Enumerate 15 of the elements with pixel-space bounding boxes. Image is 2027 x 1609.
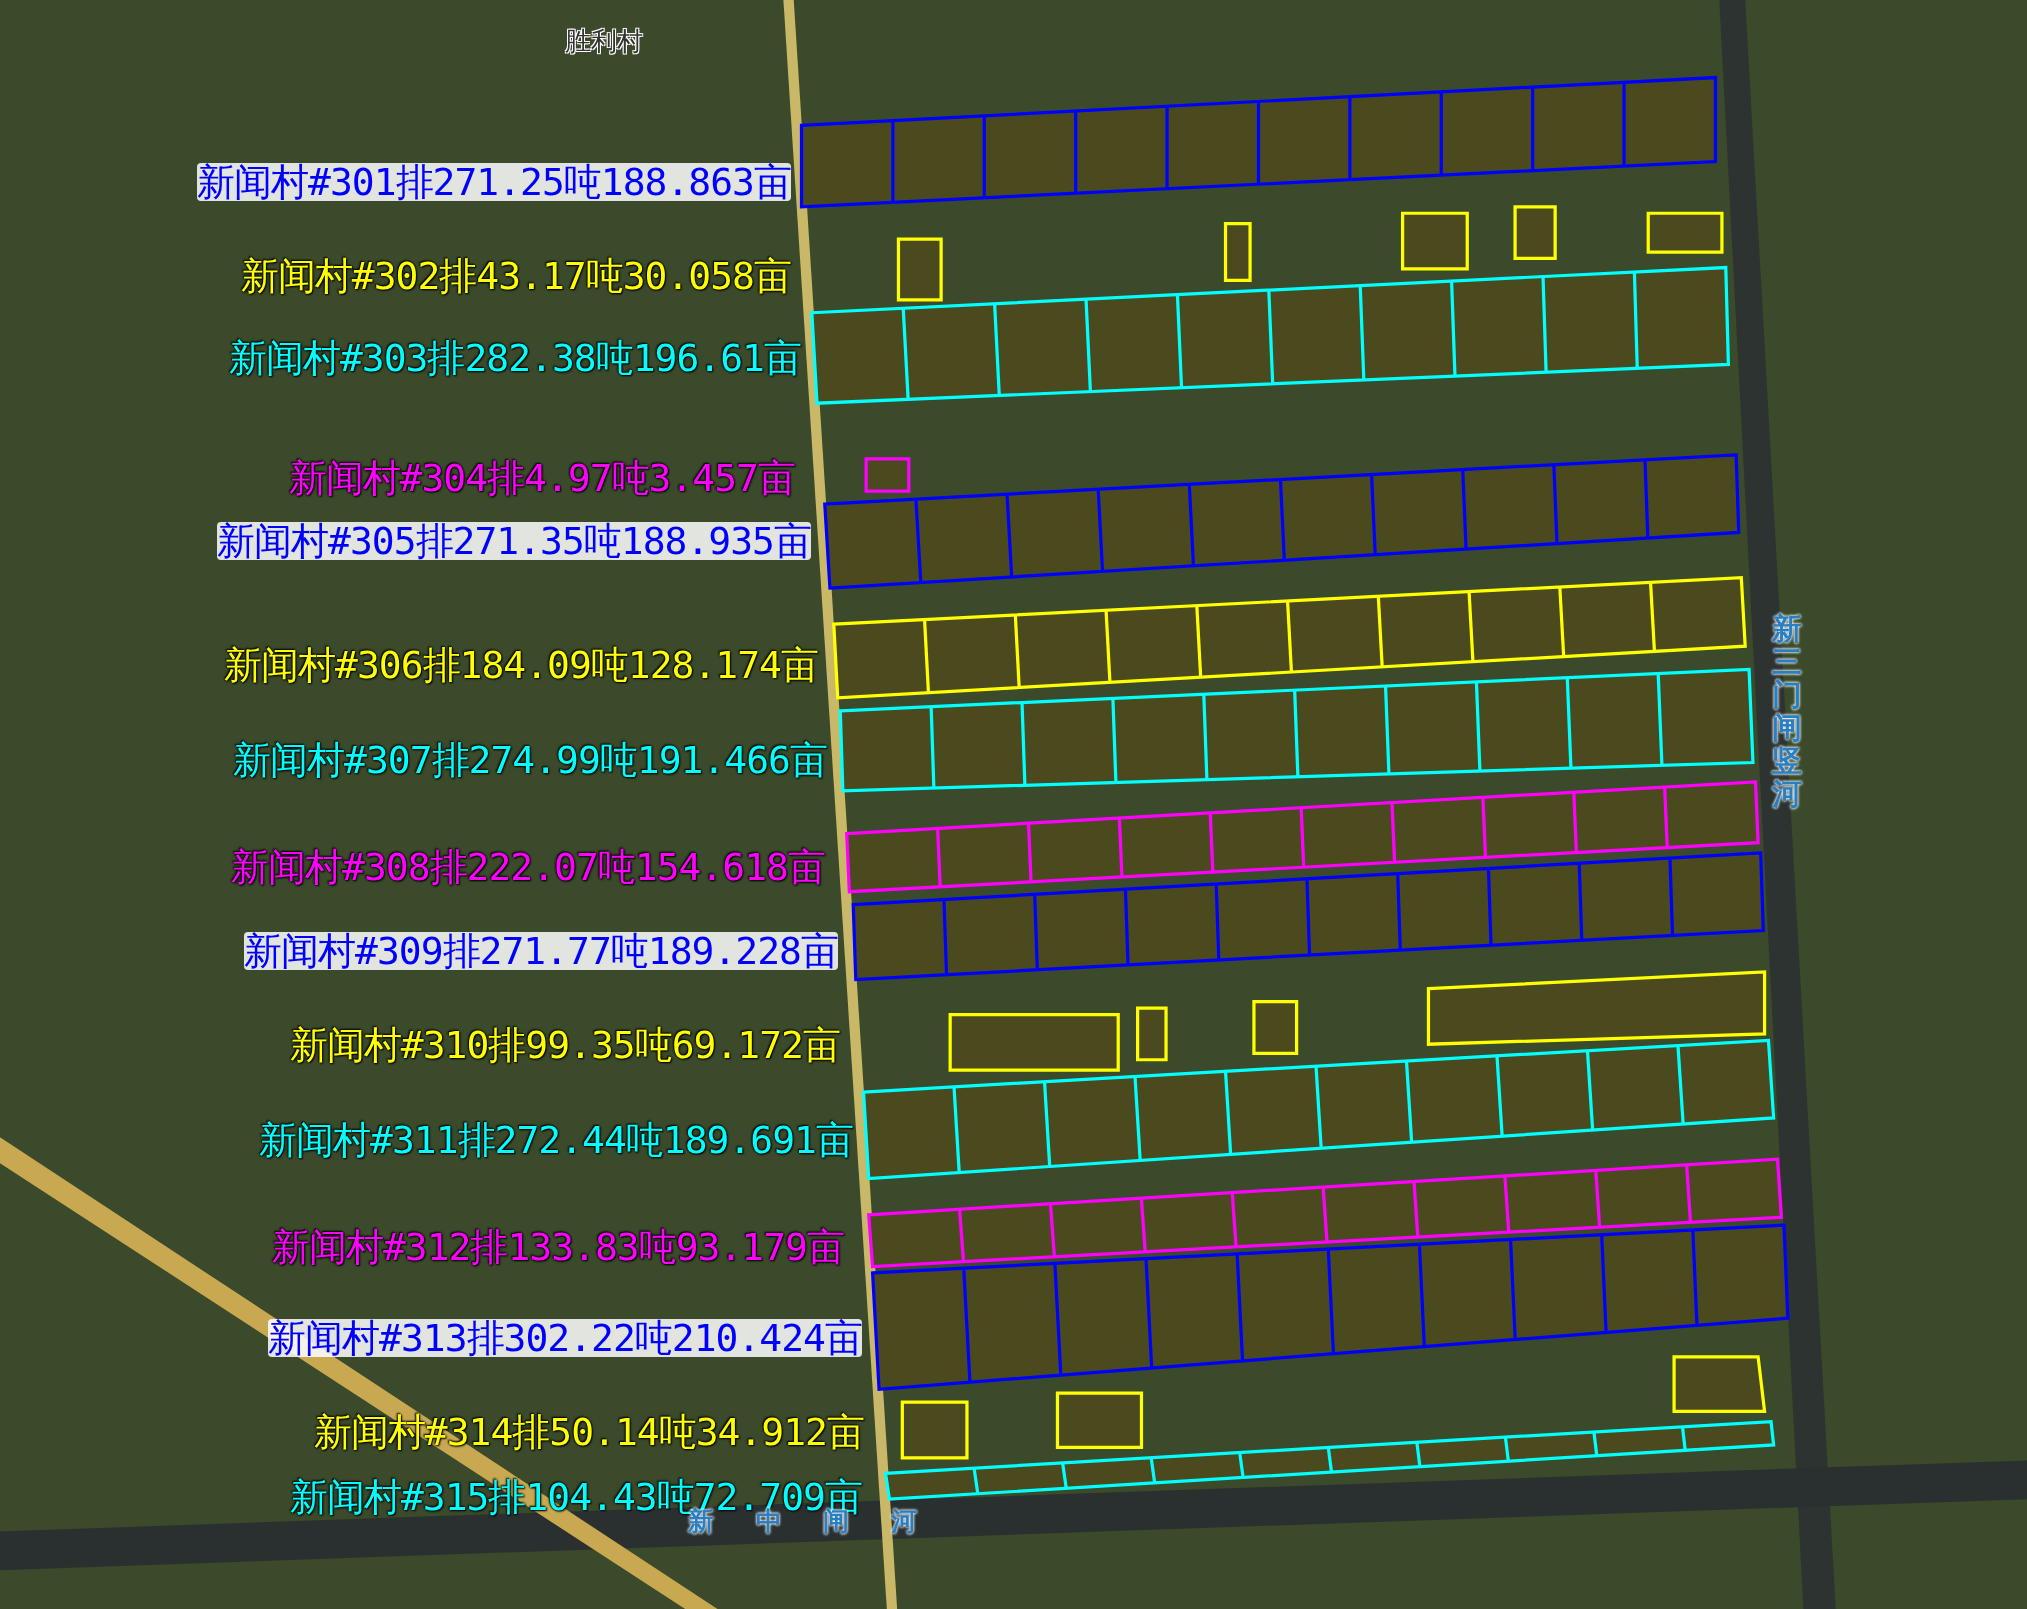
field-label: 新闻村#310排99.35吨69.172亩 xyxy=(289,1026,840,1064)
field-label: 新闻村#306排184.09吨128.174亩 xyxy=(224,646,818,684)
field-label: 新闻村#312排133.83吨93.179亩 xyxy=(271,1228,844,1266)
field-label: 新闻村#313排302.22吨210.424亩 xyxy=(268,1319,862,1357)
field-label: 新闻村#305排271.35吨188.935亩 xyxy=(217,522,811,560)
river-label: 新三门闸竖河 xyxy=(1772,612,1802,810)
field-label: 新闻村#301排271.25吨188.863亩 xyxy=(197,163,791,201)
field-label: 新闻村#307排274.99吨191.466亩 xyxy=(233,741,827,779)
field-label: 新闻村#311排272.44吨189.691亩 xyxy=(259,1121,853,1159)
field-label: 新闻村#308排222.07吨154.618亩 xyxy=(231,848,825,886)
field-label: 新闻村#303排282.38吨196.61亩 xyxy=(228,339,801,377)
field-label: 新闻村#302排43.17吨30.058亩 xyxy=(240,257,791,295)
field-label: 新闻村#304排4.97吨3.457亩 xyxy=(288,459,795,497)
field-label: 新闻村#309排271.77吨189.228亩 xyxy=(244,932,838,970)
village-label: 胜利村 xyxy=(565,28,643,54)
